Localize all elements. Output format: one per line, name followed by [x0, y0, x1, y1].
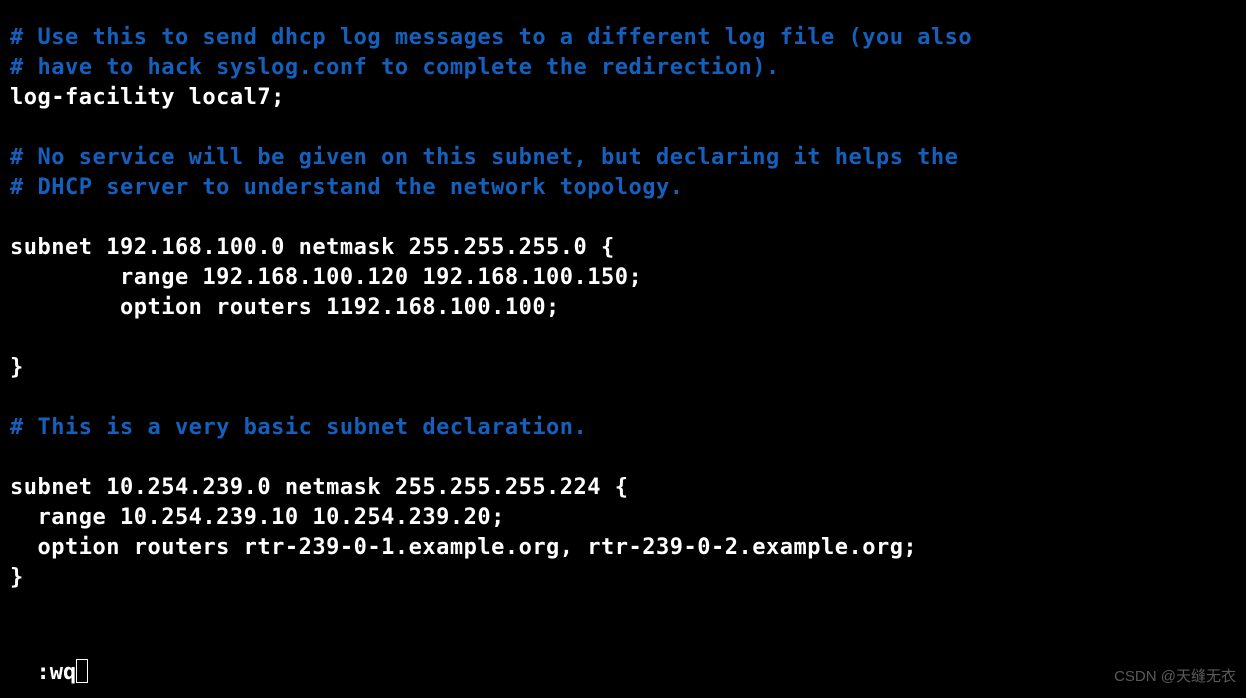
watermark-text: CSDN @天缝无衣: [1114, 662, 1236, 692]
code-line: # Use this to send dhcp log messages to …: [10, 23, 972, 53]
code-line: option routers 1192.168.100.100;: [10, 293, 972, 323]
code-line: [10, 203, 972, 233]
code-line: range 192.168.100.120 192.168.100.150;: [10, 263, 972, 293]
code-line: subnet 10.254.239.0 netmask 255.255.255.…: [10, 473, 972, 503]
code-line: subnet 192.168.100.0 netmask 255.255.255…: [10, 233, 972, 263]
code-line: # DHCP server to understand the network …: [10, 173, 972, 203]
code-line: [10, 383, 972, 413]
cursor-icon: [76, 659, 88, 683]
code-line: # This is a very basic subnet declaratio…: [10, 413, 972, 443]
code-line: [10, 443, 972, 473]
code-line: [10, 323, 972, 353]
code-line: }: [10, 353, 972, 383]
terminal-editor[interactable]: # Use this to send dhcp log messages to …: [10, 23, 972, 593]
code-line: option routers rtr-239-0-1.example.org, …: [10, 533, 972, 563]
code-line: # have to hack syslog.conf to complete t…: [10, 53, 972, 83]
vim-command-line[interactable]: :wq: [10, 628, 88, 688]
code-line: range 10.254.239.10 10.254.239.20;: [10, 503, 972, 533]
vim-command-text: :wq: [37, 660, 77, 685]
code-line: # No service will be given on this subne…: [10, 143, 972, 173]
code-line: log-facility local7;: [10, 83, 972, 113]
code-line: [10, 113, 972, 143]
code-line: }: [10, 563, 972, 593]
